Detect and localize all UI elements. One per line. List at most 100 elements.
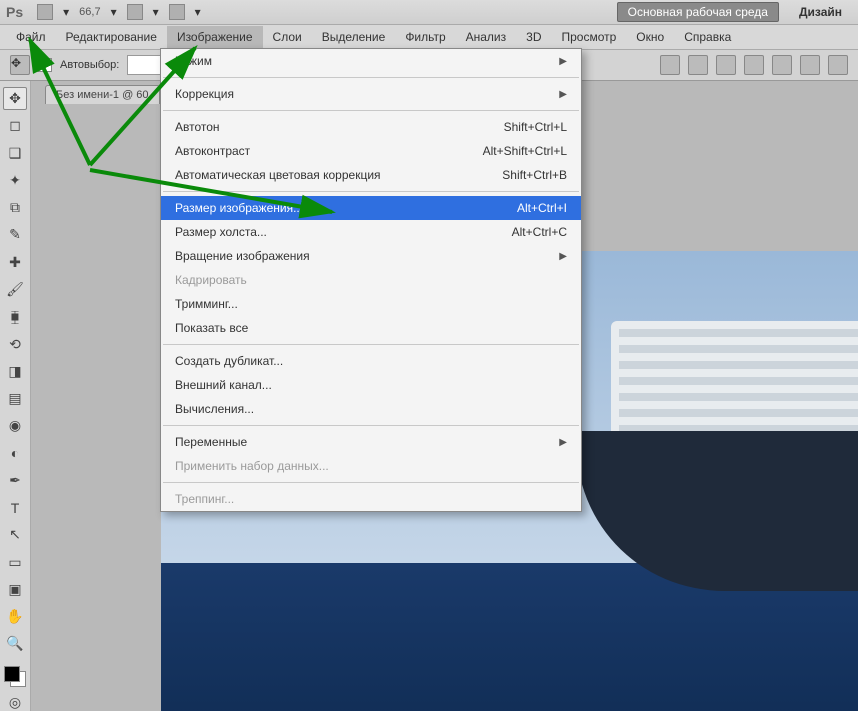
workspace-button[interactable]: Основная рабочая среда: [617, 2, 779, 22]
menu-separator: [163, 110, 579, 111]
brush-tool[interactable]: 🖌: [3, 278, 27, 301]
move-tool[interactable]: ✥: [3, 87, 27, 110]
eraser-tool[interactable]: ◨: [3, 360, 27, 383]
marquee-tool[interactable]: ◻: [3, 114, 27, 137]
menu-выделение[interactable]: Выделение: [312, 26, 396, 48]
shape-tool[interactable]: ▭: [3, 551, 27, 574]
menu-item-label: Тримминг...: [175, 297, 238, 311]
menu-separator: [163, 482, 579, 483]
menu-item-label: Автоматическая цветовая коррекция: [175, 168, 381, 182]
color-swatches[interactable]: [4, 666, 26, 687]
menu-separator: [163, 191, 579, 192]
menu-item[interactable]: Режим▶: [161, 49, 581, 73]
menu-item-label: Кадрировать: [175, 273, 247, 287]
dropdown-arrow-icon[interactable]: ▾: [63, 5, 69, 19]
menu-item[interactable]: Вращение изображения ▶: [161, 244, 581, 268]
view-icon[interactable]: [127, 4, 143, 20]
menu-item-label: Создать дубликат...: [175, 354, 283, 368]
menu-item[interactable]: Размер холста... Alt+Ctrl+C: [161, 220, 581, 244]
design-workspace-button[interactable]: Дизайн: [789, 3, 852, 21]
menu-separator: [163, 77, 579, 78]
menu-item[interactable]: Автоматическая цветовая коррекция Shift+C…: [161, 163, 581, 187]
wand-tool[interactable]: ✦: [3, 169, 27, 192]
type-tool[interactable]: T: [3, 496, 27, 519]
menu-item-label: Коррекция: [175, 87, 234, 101]
menu-слои[interactable]: Слои: [263, 26, 312, 48]
menu-item-shortcut: Shift+Ctrl+B: [502, 168, 567, 182]
menu-item[interactable]: Размер изображения...Alt+Ctrl+I: [161, 196, 581, 220]
eyedrop-tool[interactable]: ✎: [3, 223, 27, 246]
screen-mode-icon[interactable]: [37, 4, 53, 20]
title-bar: Ps ▾ 66,7 ▾ ▾ ▾ Основная рабочая среда Д…: [0, 0, 858, 25]
dropdown-arrow-icon[interactable]: ▾: [195, 5, 201, 19]
arrange-icon[interactable]: [169, 4, 185, 20]
lasso-tool[interactable]: ❑: [3, 142, 27, 165]
align-icon[interactable]: [716, 55, 736, 75]
menu-item[interactable]: Создать дубликат...: [161, 349, 581, 373]
menu-item-shortcut: Alt+Ctrl+C: [512, 225, 567, 239]
blur-tool[interactable]: ◉: [3, 414, 27, 437]
autoselect-label: Автовыбор:: [60, 59, 119, 71]
heal-tool[interactable]: ✚: [3, 251, 27, 274]
menu-окно[interactable]: Окно: [626, 26, 674, 48]
distribute-icon[interactable]: [828, 55, 848, 75]
menu-item[interactable]: Показать все: [161, 316, 581, 340]
document-tab[interactable]: Без имени-1 @ 60: [45, 85, 160, 104]
menu-item: Кадрировать: [161, 268, 581, 292]
align-icon[interactable]: [660, 55, 680, 75]
zoom-level[interactable]: 66,7: [79, 6, 100, 18]
gradient-tool[interactable]: ▤: [3, 387, 27, 410]
menu-item-label: Переменные: [175, 435, 247, 449]
menu-просмотр[interactable]: Просмотр: [551, 26, 626, 48]
hand-tool[interactable]: ✋: [3, 605, 27, 628]
menu-item-label: Показать все: [175, 321, 248, 335]
menu-bar: ФайлРедактированиеИзображениеСлоиВыделен…: [0, 25, 858, 50]
history-tool[interactable]: ⟲: [3, 332, 27, 355]
dropdown-arrow-icon[interactable]: ▾: [111, 5, 117, 19]
zoom-tool[interactable]: 🔍: [3, 632, 27, 655]
dropdown-arrow-icon[interactable]: ▾: [153, 5, 159, 19]
dodge-tool[interactable]: ◐: [3, 441, 27, 464]
quickmask-toggle[interactable]: ◎: [3, 691, 27, 711]
menu-item[interactable]: Переменные▶: [161, 430, 581, 454]
menu-файл[interactable]: Файл: [6, 26, 56, 48]
align-icon[interactable]: [744, 55, 764, 75]
menu-item-label: Режим: [175, 54, 212, 68]
menu-изображение[interactable]: Изображение: [167, 26, 263, 48]
align-icon[interactable]: [772, 55, 792, 75]
menu-item[interactable]: Внешний канал...: [161, 373, 581, 397]
menu-item-shortcut: Alt+Shift+Ctrl+L: [483, 144, 567, 158]
toolbox: ✥ ◻ ❑ ✦ ⧉ ✎ ✚ 🖌 ⧯ ⟲ ◨ ▤ ◉ ◐ ✒ T ↖ ▭ ▣ ✋ 🔍 ◎: [0, 81, 31, 711]
menu-item[interactable]: Вычисления...: [161, 397, 581, 421]
menu-item-label: Автоконтраст: [175, 144, 250, 158]
stamp-tool[interactable]: ⧯: [3, 305, 27, 328]
menu-separator: [163, 344, 579, 345]
menu-анализ[interactable]: Анализ: [456, 26, 517, 48]
menu-item[interactable]: Тримминг...: [161, 292, 581, 316]
menu-редактирование[interactable]: Редактирование: [56, 26, 167, 48]
image-menu-dropdown: Режим▶Коррекция▶АвтотонShift+Ctrl+LАвток…: [160, 48, 582, 512]
menu-справка[interactable]: Справка: [674, 26, 741, 48]
menu-фильтр[interactable]: Фильтр: [395, 26, 455, 48]
autoselect-checkbox[interactable]: [38, 58, 52, 72]
pen-tool[interactable]: ✒: [3, 469, 27, 492]
menu-item-label: Размер изображения...: [175, 201, 303, 215]
menu-3d[interactable]: 3D: [516, 26, 551, 48]
menu-item[interactable]: Автоконтраст Alt+Shift+Ctrl+L: [161, 139, 581, 163]
submenu-arrow-icon: ▶: [559, 251, 567, 262]
menu-separator: [163, 425, 579, 426]
submenu-arrow-icon: ▶: [559, 89, 567, 100]
menu-item-label: Внешний канал...: [175, 378, 272, 392]
3d-tool[interactable]: ▣: [3, 578, 27, 601]
menu-item-label: Вращение изображения: [175, 249, 310, 263]
menu-item-label: Применить набор данных...: [175, 459, 329, 473]
path-tool[interactable]: ↖: [3, 523, 27, 546]
crop-tool[interactable]: ⧉: [3, 196, 27, 219]
align-icon[interactable]: [688, 55, 708, 75]
menu-item[interactable]: Коррекция ▶: [161, 82, 581, 106]
align-icon[interactable]: [800, 55, 820, 75]
menu-item: Применить набор данных...: [161, 454, 581, 478]
menu-item-label: Размер холста...: [175, 225, 267, 239]
menu-item[interactable]: АвтотонShift+Ctrl+L: [161, 115, 581, 139]
move-tool-icon: ✥: [10, 55, 30, 75]
